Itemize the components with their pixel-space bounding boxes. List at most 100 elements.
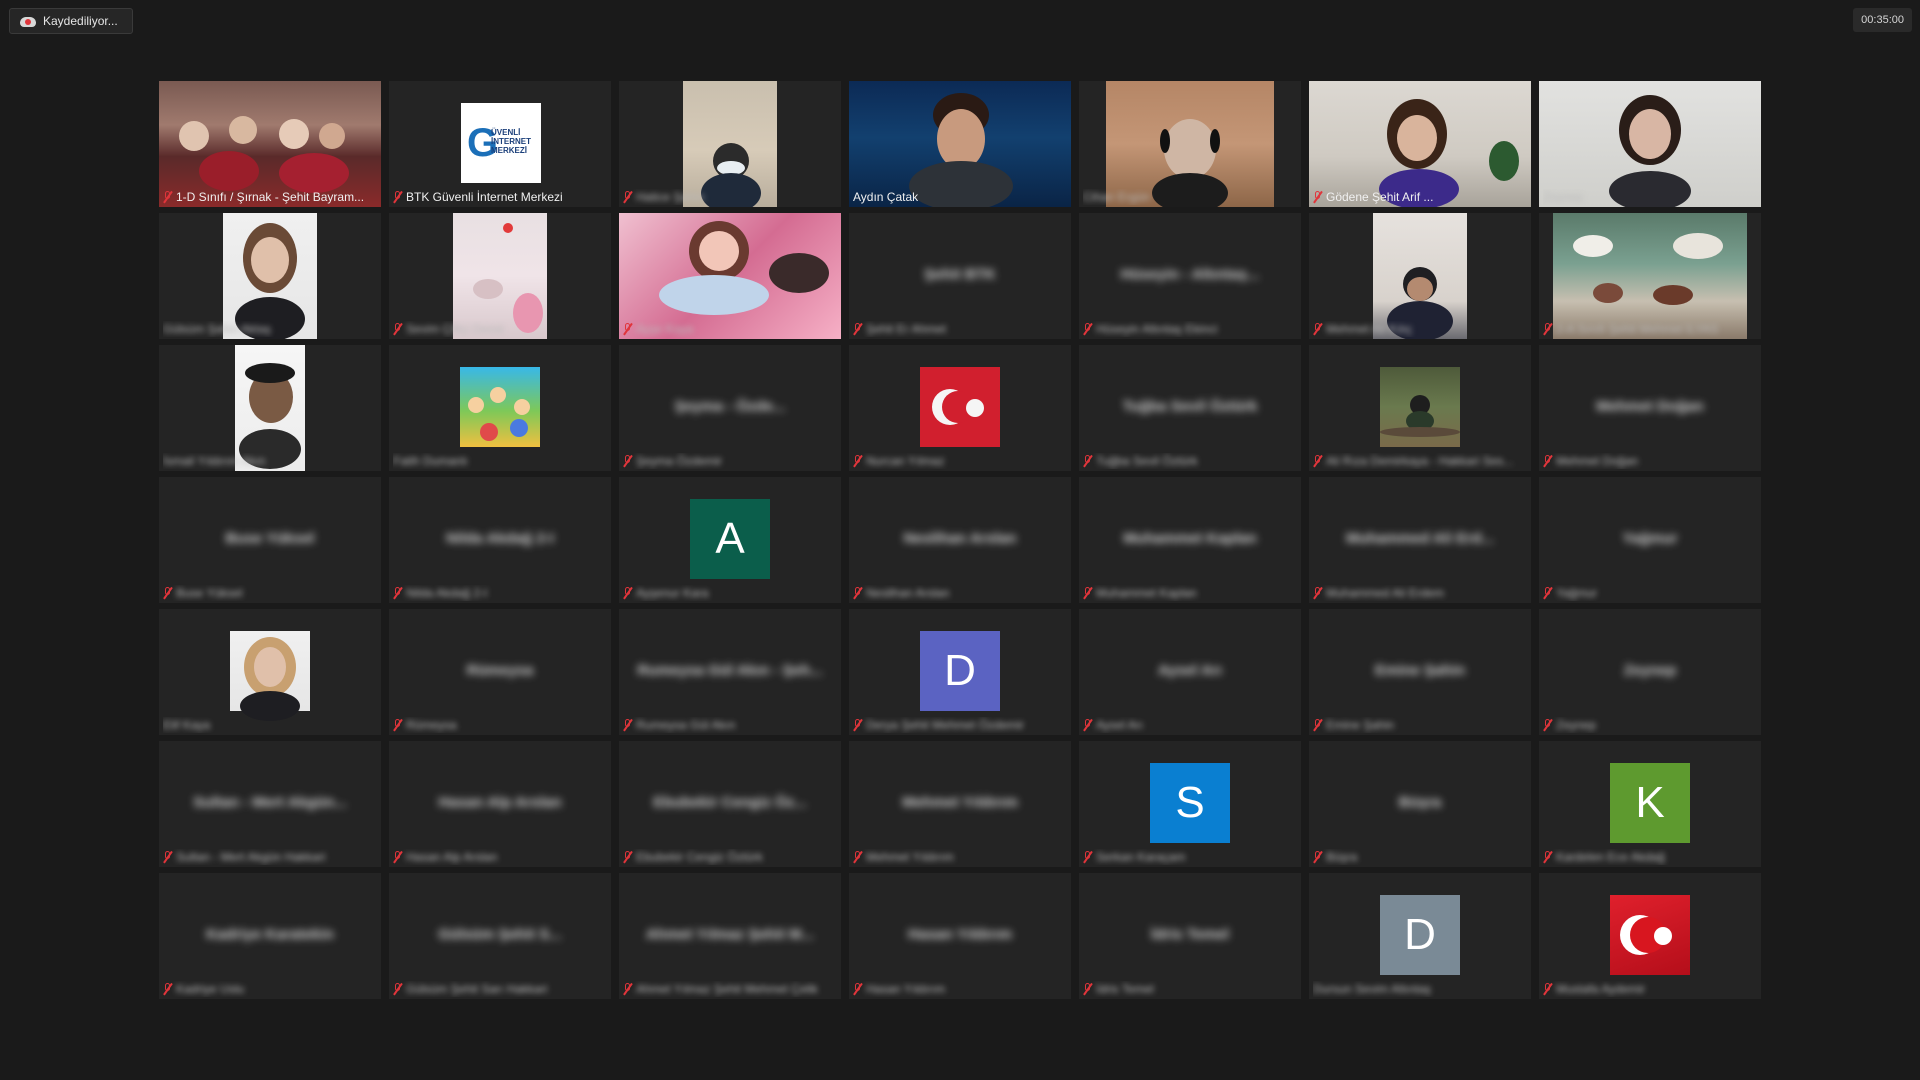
participant-tile[interactable]: D Derya Şehit Mehmet Özdemir xyxy=(849,609,1071,735)
mic-off-icon xyxy=(623,191,632,203)
participant-tile[interactable]: G ÜVENLİ İNTERNET MERKEZİ BTK Güvenli İnte… xyxy=(389,81,611,207)
participant-tile[interactable]: A Ayşenur Kara xyxy=(619,477,841,603)
participant-tile[interactable]: Nurcan Yılmaz xyxy=(849,345,1071,471)
participant-tile[interactable]: Hasan Yıldırım Hasan Yıldırım xyxy=(849,873,1071,999)
participant-tile[interactable]: Aysel Arı Aysel Arı xyxy=(1079,609,1301,735)
video-shape xyxy=(490,387,506,403)
participant-tile[interactable]: Buse Yüksel Buse Yüksel xyxy=(159,477,381,603)
participant-tile[interactable]: Elif Kaya xyxy=(159,609,381,735)
video-shape xyxy=(179,121,209,151)
video-shape xyxy=(503,223,513,233)
participant-tile[interactable]: Muhammed Ali Erd... Muhammed Ali Erdem xyxy=(1309,477,1531,603)
participant-center-name: Zeynep xyxy=(1623,661,1677,679)
participant-tile[interactable]: Emine Şahin Emine Şahin xyxy=(1309,609,1531,735)
participant-tile[interactable]: Şeyma - Özde... Şeyma Özdemir xyxy=(619,345,841,471)
participant-tile[interactable]: Neslihan Arslan Neslihan Arslan xyxy=(849,477,1071,603)
participant-tile[interactable]: 1-D Sınıfı / Şırnak - Şehit Bayram... xyxy=(159,81,381,207)
mic-off-icon xyxy=(1543,851,1552,863)
participant-tile[interactable]: Yağmur Yağmur xyxy=(1539,477,1761,603)
mic-off-icon xyxy=(623,983,632,995)
participant-center-name: Mehmet Doğan xyxy=(1596,397,1704,415)
participant-tile[interactable]: Büşra Büşra xyxy=(1309,741,1531,867)
mic-off-icon xyxy=(623,851,632,863)
participant-name-bar: Derya Şehit Mehmet Özdemir xyxy=(853,717,1067,733)
participant-tile[interactable]: Hasan Alp Arslan Hasan Alp Arslan xyxy=(389,741,611,867)
participant-tile[interactable]: Fatih Dumanlı xyxy=(389,345,611,471)
participant-name-bar: Muhammet Kaplan xyxy=(1083,585,1297,601)
participant-name: Nilda Akdağ 2-I xyxy=(406,586,488,600)
participant-tile[interactable]: Zeynep xyxy=(1539,81,1761,207)
video-shape xyxy=(229,116,257,144)
participant-tile[interactable]: Sevim Çiftçi Demir xyxy=(389,213,611,339)
participant-tile[interactable]: Mehmet Yıldırım Mehmet Yıldırım xyxy=(849,741,1071,867)
participant-name: Tuğba Sevil Öztürk xyxy=(1096,454,1198,468)
participant-tile[interactable]: Muhammet Kaplan Muhammet Kaplan xyxy=(1079,477,1301,603)
participant-tile[interactable]: Cihan Ergün xyxy=(1079,81,1301,207)
participant-name-bar: Serkan Karaçam xyxy=(1083,849,1297,865)
participant-tile[interactable]: Gülsüm Şahin Aktaş xyxy=(159,213,381,339)
participant-center-name: Gülsüm Şehit S... xyxy=(438,925,562,943)
participant-name-bar: Gödene Şehit Arif ... xyxy=(1313,189,1527,205)
participant-center-name: Nilda Akdağ 2-I xyxy=(446,529,554,547)
participant-name: Büşra xyxy=(1326,850,1358,864)
participant-tile[interactable]: D Dursun Sevim Altıntaş xyxy=(1309,873,1531,999)
participant-center-name: Buse Yüksel xyxy=(225,529,315,547)
participant-tile[interactable]: Gödene Şehit Arif ... xyxy=(1309,81,1531,207)
participant-name: Ayşe Kaya xyxy=(636,322,694,336)
participant-tile[interactable]: Rümeysa Rümeysa xyxy=(389,609,611,735)
participant-tile[interactable]: Hatice Şahin xyxy=(619,81,841,207)
guvenli-internet-logo: G ÜVENLİ İNTERNET MERKEZİ xyxy=(461,103,541,183)
participant-tile[interactable]: Mehmet Ali Kılıç xyxy=(1309,213,1531,339)
video-shape xyxy=(1573,235,1613,257)
recording-indicator[interactable]: Kaydediliyor... xyxy=(9,8,133,34)
participant-tile[interactable]: Mustafa Aydemir xyxy=(1539,873,1761,999)
participant-name-bar: BTK Güvenli İnternet Merkezi xyxy=(393,189,607,205)
participant-tile[interactable]: Ahmet Yılmaz Şehit M... Ahmet Yılmaz Şehi… xyxy=(619,873,841,999)
participant-tile[interactable]: 2-A Sınıfı Şehit Mehmet İLYAS xyxy=(1539,213,1761,339)
participant-name: Aydın Çatak xyxy=(853,190,919,204)
participant-tile[interactable]: S Serkan Karaçam xyxy=(1079,741,1301,867)
participant-tile[interactable]: Ali Rıza Demirkaya - Hakkari Ses... xyxy=(1309,345,1531,471)
participant-tile[interactable]: Nilda Akdağ 2-I Nilda Akdağ 2-I xyxy=(389,477,611,603)
participant-name-bar: Mustafa Aydemir xyxy=(1543,981,1757,997)
participant-name-bar: Hatice Şahin xyxy=(623,189,837,205)
participant-tile[interactable]: Sultan - Mert Akgün... Sultan - Mert Akgü… xyxy=(159,741,381,867)
participant-tile[interactable]: Rumeysa Gül Akın - Şeh... Rumeysa Gül Akı… xyxy=(619,609,841,735)
participant-tile[interactable]: Ayşe Kaya xyxy=(619,213,841,339)
participant-name: Kardelen Ece Akdağ xyxy=(1556,850,1665,864)
participant-name: Ebubekir Cengiz Öztürk xyxy=(636,850,763,864)
participant-tile[interactable]: Mehmet Doğan Mehmet Doğan xyxy=(1539,345,1761,471)
participant-tile[interactable]: Şehit BTK Şehit Er Ahmet xyxy=(849,213,1071,339)
participant-tile[interactable]: İdris Temel İdris Temel xyxy=(1079,873,1301,999)
mic-off-icon xyxy=(1313,455,1322,467)
participant-name-bar: Kardelen Ece Akdağ xyxy=(1543,849,1757,865)
meeting-timer: 00:35:00 xyxy=(1853,8,1912,32)
participant-tile[interactable]: Kadriye Karatekin Kadriye Uslu xyxy=(159,873,381,999)
participant-tile[interactable]: K Kardelen Ece Akdağ xyxy=(1539,741,1761,867)
video-shape xyxy=(1629,109,1671,159)
participant-center-name: Kadriye Karatekin xyxy=(206,925,334,943)
participant-name-bar: Nilda Akdağ 2-I xyxy=(393,585,607,601)
participant-name-bar: Gülsüm Şahin Aktaş xyxy=(163,321,377,337)
participant-tile[interactable]: Ebubekir Cengiz Öz... Ebubekir Cengiz Özt… xyxy=(619,741,841,867)
participant-name-bar: Neslihan Arslan xyxy=(853,585,1067,601)
participant-name-bar: Mehmet Doğan xyxy=(1543,453,1757,469)
participant-tile[interactable]: İsmail Yıldırım Akın xyxy=(159,345,381,471)
participant-tile[interactable]: Tuğba Sevil Öztürk Tuğba Sevil Öztürk xyxy=(1079,345,1301,471)
participant-name-bar: Aydın Çatak xyxy=(853,189,1067,205)
mic-off-icon xyxy=(623,719,632,731)
participant-tile[interactable]: Hüseyin - Altıntaş... Hüseyin Altıntaş Ek… xyxy=(1079,213,1301,339)
participant-center-name: Şeyma - Özde... xyxy=(674,397,786,415)
participant-name: Buse Yüksel xyxy=(176,586,243,600)
participant-tile[interactable]: Aydın Çatak xyxy=(849,81,1071,207)
mic-off-icon xyxy=(1313,323,1322,335)
video-shape xyxy=(473,279,503,299)
participant-tile[interactable]: Zeynep Zeynep xyxy=(1539,609,1761,735)
participant-name: Hatice Şahin xyxy=(636,190,705,204)
participant-tile[interactable]: Gülsüm Şehit S... Gülsüm Şehit Sarı Hakka… xyxy=(389,873,611,999)
participant-gallery: 1-D Sınıfı / Şırnak - Şehit Bayram... G ÜV… xyxy=(159,81,1761,999)
participant-name-bar: Aysel Arı xyxy=(1083,717,1297,733)
mic-off-icon xyxy=(393,323,402,335)
participant-name-bar: Yağmur xyxy=(1543,585,1757,601)
participant-name-bar: 2-A Sınıfı Şehit Mehmet İLYAS xyxy=(1543,321,1757,337)
